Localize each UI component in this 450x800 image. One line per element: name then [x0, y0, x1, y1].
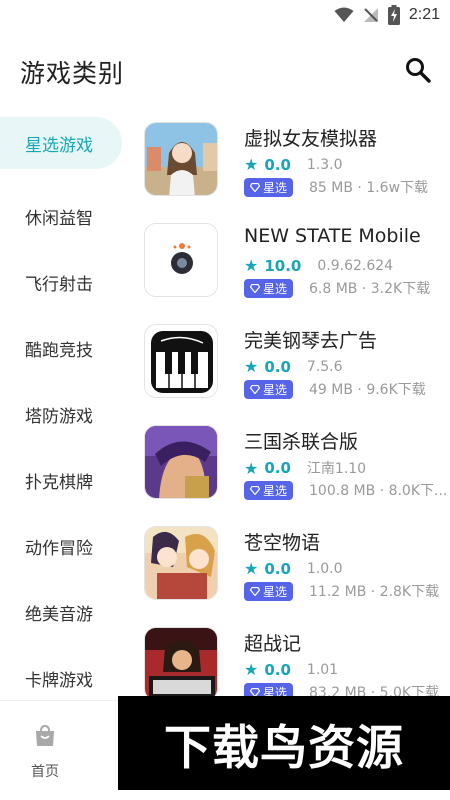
featured-badge: 星选	[244, 379, 294, 399]
status-bar: 2:21	[0, 0, 450, 32]
category-label: 绝美音游	[25, 604, 93, 625]
list-item[interactable]: 苍空物语 ★ 0.0 1.0.0 星选 11.2 MB · 2.8K下载	[140, 520, 450, 621]
badge-label: 星选	[263, 483, 288, 498]
category-item-puke[interactable]: 扑克棋牌	[0, 447, 122, 513]
star-icon: ★	[244, 660, 259, 679]
game-name: 完美钢琴去广告	[244, 330, 378, 352]
piano-icon[interactable]	[144, 324, 218, 398]
game-name: 苍空物语	[244, 532, 321, 554]
game-score: 0.0	[264, 357, 291, 376]
game-size-downloads: 49 MB · 9.6K下载	[309, 382, 426, 398]
category-label: 酷跑竞技	[25, 340, 93, 361]
star-icon: ★	[244, 155, 259, 174]
cangkong-icon[interactable]	[144, 526, 218, 600]
game-meta: ★ 0.0 1.0.0	[244, 559, 343, 578]
diamond-icon	[250, 384, 260, 394]
badge-label: 星选	[263, 584, 288, 599]
game-meta: ★ 0.0 1.01	[244, 660, 338, 679]
featured-badge: 星选	[244, 278, 294, 298]
game-score: 0.0	[264, 559, 291, 578]
badge-label: 星选	[263, 382, 288, 397]
category-item-yinyou[interactable]: 绝美音游	[0, 579, 122, 645]
category-label: 塔防游戏	[25, 406, 93, 427]
star-icon: ★	[244, 357, 259, 376]
game-name: 三国杀联合版	[244, 431, 359, 453]
new-state-icon[interactable]	[144, 223, 218, 297]
anime-girl-icon[interactable]	[144, 122, 218, 196]
category-item-dongzuo[interactable]: 动作冒险	[0, 513, 122, 579]
list-item[interactable]: NEW STATE Mobile ★ 10.0 0.9.62.624 星选 6.…	[140, 217, 450, 318]
no-signal-icon	[363, 8, 378, 22]
diamond-icon	[250, 283, 260, 293]
badge-label: 星选	[263, 180, 288, 195]
category-label: 休闲益智	[25, 208, 93, 229]
featured-badge: 星选	[244, 581, 294, 601]
page-title: 游戏类别	[20, 59, 125, 88]
game-score: 0.0	[264, 459, 291, 477]
list-item[interactable]: 完美钢琴去广告 ★ 0.0 7.5.6 星选 49 MB · 9.6K下载	[140, 318, 450, 419]
game-name: NEW STATE Mobile	[244, 225, 421, 247]
header: 游戏类别	[0, 48, 450, 94]
game-meta: ★ 0.0 江南1.10	[244, 458, 366, 478]
game-row-info: 星选 49 MB · 9.6K下载	[244, 379, 449, 399]
game-meta: ★ 10.0 0.9.62.624	[244, 256, 393, 275]
category-label: 动作冒险	[25, 538, 93, 559]
game-size-downloads: 100.8 MB · 8.0K下...	[309, 483, 448, 499]
diamond-icon	[250, 485, 260, 495]
list-item[interactable]: 三国杀联合版 ★ 0.0 江南1.10 星选 100.8 MB · 8.0K下.…	[140, 419, 450, 520]
badge-label: 星选	[263, 281, 288, 296]
category-item-xiuxian[interactable]: 休闲益智	[0, 183, 122, 249]
game-meta: ★ 0.0 1.3.0	[244, 155, 343, 174]
star-icon: ★	[244, 458, 259, 478]
game-row-info: 星选 6.8 MB · 3.2K下载	[244, 278, 449, 298]
category-item-kupao[interactable]: 酷跑竞技	[0, 315, 122, 381]
category-label: 飞行射击	[25, 274, 93, 295]
game-version: 江南1.10	[306, 461, 367, 477]
diamond-icon	[250, 586, 260, 596]
ultra-battle-icon[interactable]	[144, 627, 218, 701]
game-score: 10.0	[264, 256, 302, 275]
game-size-downloads: 6.8 MB · 3.2K下载	[309, 281, 431, 297]
featured-badge: 星选	[244, 480, 294, 500]
nav-home[interactable]: 首页	[22, 724, 68, 781]
star-icon: ★	[244, 256, 259, 275]
game-name: 超战记	[244, 633, 302, 655]
game-size-downloads: 85 MB · 1.6w下载	[309, 180, 429, 196]
category-label: 卡牌游戏	[25, 670, 93, 691]
game-score: 0.0	[264, 660, 291, 679]
sanguosha-icon[interactable]	[144, 425, 218, 499]
game-meta: ★ 0.0 7.5.6	[244, 357, 343, 376]
game-version: 1.01	[306, 661, 339, 678]
status-time: 2:21	[408, 6, 440, 23]
game-row-info: 星选 11.2 MB · 2.8K下载	[244, 581, 449, 601]
game-version: 1.0.0	[306, 560, 343, 577]
category-label: 扑克棋牌	[25, 472, 93, 493]
list-item[interactable]: 虚拟女友模拟器 ★ 0.0 1.3.0 星选 85 MB · 1.6w下载	[140, 116, 450, 217]
game-list: 虚拟女友模拟器 ★ 0.0 1.3.0 星选 85 MB · 1.6w下载 NE…	[140, 116, 450, 722]
nav-home-label: 首页	[31, 764, 59, 780]
game-row-info: 星选 85 MB · 1.6w下载	[244, 177, 449, 197]
game-row-info: 星选 100.8 MB · 8.0K下...	[244, 480, 449, 500]
status-icons: 2:21	[334, 5, 440, 25]
category-item-xingxuan[interactable]: 星选游戏	[0, 117, 122, 169]
category-label: 星选游戏	[25, 135, 93, 156]
game-score: 0.0	[264, 155, 291, 174]
star-icon: ★	[244, 559, 259, 578]
search-icon[interactable]	[404, 56, 432, 84]
game-size-downloads: 11.2 MB · 2.8K下载	[309, 584, 440, 600]
shopping-bag-icon	[36, 724, 54, 746]
category-sidebar: 星选游戏 休闲益智 飞行射击 酷跑竞技 塔防游戏 扑克棋牌 动作冒险 绝美音游 …	[0, 116, 122, 711]
game-version: 0.9.62.624	[317, 257, 394, 274]
watermark-text: 下载鸟资源	[164, 720, 404, 776]
battery-charging-icon	[387, 5, 400, 25]
game-name: 虚拟女友模拟器	[244, 128, 378, 150]
game-version: 1.3.0	[306, 156, 343, 173]
watermark-banner: 下载鸟资源	[118, 696, 450, 790]
category-item-feixing[interactable]: 飞行射击	[0, 249, 122, 315]
featured-badge: 星选	[244, 177, 294, 197]
wifi-icon	[334, 7, 354, 22]
diamond-icon	[250, 182, 260, 192]
game-version: 7.5.6	[306, 358, 343, 375]
category-item-tafang[interactable]: 塔防游戏	[0, 381, 122, 447]
